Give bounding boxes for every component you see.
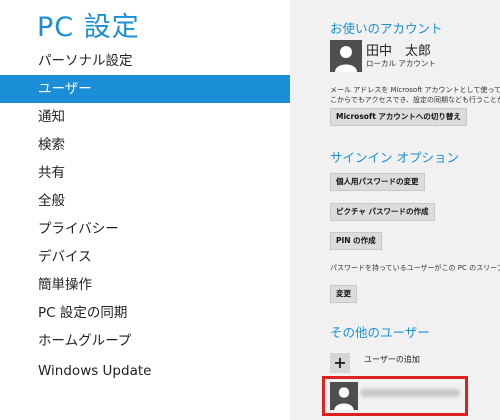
user-avatar	[330, 40, 362, 72]
content-panel: お使いのアカウント 田中 太郎 ローカル アカウント メール アドレスを Mic…	[290, 0, 500, 420]
sidebar-item-search[interactable]: 検索	[0, 131, 290, 159]
sidebar-item-general[interactable]: 全般	[0, 187, 290, 215]
highlight-box	[322, 376, 468, 416]
switch-to-microsoft-account-button[interactable]: Microsoft アカウントへの切り替え	[330, 108, 467, 126]
sidebar-item-devices[interactable]: デバイス	[0, 243, 290, 271]
sidebar-item-sync[interactable]: PC 設定の同期	[0, 299, 290, 327]
sidebar-item-personalize[interactable]: パーソナル設定	[0, 47, 290, 75]
account-description-line1: メール アドレスを Microsoft アカウントとして使って Windo	[330, 86, 500, 94]
plus-icon[interactable]: +	[330, 353, 350, 373]
sidebar-item-share[interactable]: 共有	[0, 159, 290, 187]
create-pin-button[interactable]: PIN の作成	[330, 232, 382, 250]
signin-options-heading: サインイン オプション	[330, 150, 459, 165]
change-button[interactable]: 変更	[330, 285, 357, 303]
sidebar: PC 設定 パーソナル設定 ユーザー 通知 検索 共有 全般 プライバシー デバ…	[0, 0, 290, 420]
account-type: ローカル アカウント	[366, 59, 436, 68]
change-password-button[interactable]: 個人用パスワードの変更	[330, 173, 425, 191]
page-title: PC 設定	[37, 12, 140, 43]
sidebar-item-windows-update[interactable]: Windows Update	[0, 357, 290, 385]
other-users-heading: その他のユーザー	[330, 325, 430, 340]
user-name: 田中 太郎	[366, 44, 432, 59]
sidebar-item-users[interactable]: ユーザー	[0, 75, 290, 103]
sidebar-item-ease-of-access[interactable]: 簡単操作	[0, 271, 290, 299]
create-picture-password-button[interactable]: ピクチャ パスワードの作成	[330, 203, 435, 221]
person-icon	[335, 46, 357, 72]
add-user-label[interactable]: ユーザーの追加	[364, 354, 420, 365]
account-heading: お使いのアカウント	[330, 21, 443, 36]
sidebar-item-homegroup[interactable]: ホームグループ	[0, 327, 290, 355]
sidebar-item-privacy[interactable]: プライバシー	[0, 215, 290, 243]
sidebar-item-notifications[interactable]: 通知	[0, 103, 290, 131]
account-description-line2: こからでもアクセスでき、設定の同期なども行うことができま	[330, 96, 500, 104]
sleep-description: パスワードを持っているユーザーがこの PC のスリープを解除	[330, 264, 500, 272]
